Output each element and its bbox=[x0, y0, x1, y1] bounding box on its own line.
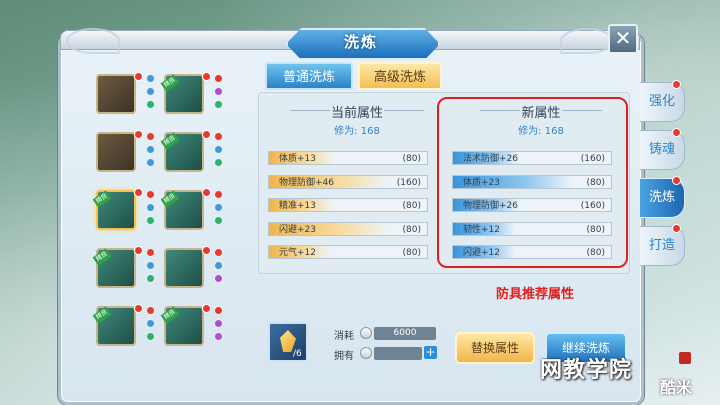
gem-column bbox=[214, 248, 224, 287]
gem-icon bbox=[214, 87, 223, 96]
gem-icon bbox=[146, 87, 155, 96]
gem-icon bbox=[146, 145, 155, 154]
equipment-list: 精良 精良 精良 精良 精良 精良 精良 bbox=[88, 62, 238, 392]
gem-icon bbox=[214, 132, 223, 141]
current-mastery: 修为: 168 bbox=[334, 126, 380, 137]
gem-icon bbox=[214, 203, 223, 212]
gem-column bbox=[146, 248, 156, 287]
notice-dot bbox=[672, 176, 681, 185]
gem-icon bbox=[146, 332, 155, 341]
notice-dot bbox=[202, 304, 211, 313]
gem-icon bbox=[146, 190, 155, 199]
gem-icon bbox=[214, 74, 223, 83]
gem-icon bbox=[214, 190, 223, 199]
notice-dot bbox=[202, 72, 211, 81]
gem-column bbox=[214, 132, 224, 171]
gem-icon bbox=[146, 248, 155, 257]
gem-icon bbox=[146, 158, 155, 167]
tab-advanced-refine[interactable]: 高级洗炼 bbox=[358, 62, 442, 90]
gem-icon bbox=[146, 216, 155, 225]
gem-icon bbox=[214, 319, 223, 328]
gem-icon bbox=[214, 332, 223, 341]
notice-dot bbox=[134, 188, 143, 197]
gem-column bbox=[146, 190, 156, 229]
silver-coin-icon bbox=[360, 347, 372, 359]
seal-stamp bbox=[679, 352, 691, 364]
attr-row: 物理防御+46 (160) bbox=[268, 175, 428, 189]
gem-icon bbox=[214, 100, 223, 109]
gem-icon bbox=[214, 216, 223, 225]
material-count: /6 bbox=[293, 349, 302, 359]
gem-icon bbox=[146, 274, 155, 283]
recommendation-annotation: 防具推荐属性 bbox=[495, 287, 574, 302]
gem-column bbox=[146, 306, 156, 345]
consume-value: 6000 bbox=[374, 327, 436, 340]
notice-dot bbox=[134, 246, 143, 255]
gem-icon bbox=[146, 203, 155, 212]
notice-dot bbox=[202, 188, 211, 197]
cloud-ornament-icon bbox=[560, 28, 614, 54]
window-title: 洗炼 bbox=[343, 33, 378, 51]
notice-dot bbox=[202, 246, 211, 255]
gem-icon bbox=[214, 274, 223, 283]
current-attributes-header: 当前属性 bbox=[268, 102, 446, 121]
close-icon: ✕ bbox=[614, 26, 632, 50]
gem-icon bbox=[146, 100, 155, 109]
watermark-text: 网教学院 bbox=[540, 357, 633, 383]
equipment-slot[interactable] bbox=[96, 132, 136, 172]
notice-dot bbox=[672, 224, 681, 233]
gem-column bbox=[214, 190, 224, 229]
gem-icon bbox=[146, 74, 155, 83]
attr-row: 精准+13 (80) bbox=[268, 198, 428, 212]
gem-column bbox=[214, 74, 224, 113]
notice-dot bbox=[672, 80, 681, 89]
attr-row: 元气+12 (80) bbox=[268, 245, 428, 259]
brand-watermark: 酷米 bbox=[660, 378, 693, 397]
tab-normal-refine[interactable]: 普通洗炼 bbox=[265, 62, 353, 90]
attr-row: 体质+13 (80) bbox=[268, 151, 428, 165]
notice-dot bbox=[672, 128, 681, 137]
attr-row: 闪避+23 (80) bbox=[268, 222, 428, 236]
silver-coin-icon bbox=[360, 327, 372, 339]
notice-dot bbox=[134, 130, 143, 139]
gem-column bbox=[214, 306, 224, 345]
replace-attributes-button[interactable]: 替换属性 bbox=[455, 332, 535, 364]
gem-column bbox=[146, 74, 156, 113]
notice-dot bbox=[134, 72, 143, 81]
cloud-ornament-icon bbox=[66, 28, 120, 54]
add-currency-button[interactable]: + bbox=[424, 346, 437, 359]
gem-icon bbox=[214, 145, 223, 154]
equipment-slot[interactable] bbox=[96, 74, 136, 114]
gem-icon bbox=[146, 306, 155, 315]
gem-column bbox=[146, 132, 156, 171]
refine-material-slot[interactable] bbox=[268, 322, 308, 362]
gem-icon bbox=[214, 248, 223, 257]
own-label: 拥有 bbox=[334, 351, 354, 362]
gem-icon bbox=[146, 319, 155, 328]
own-value bbox=[374, 347, 422, 360]
gem-icon bbox=[214, 158, 223, 167]
gem-icon bbox=[214, 306, 223, 315]
gem-icon bbox=[214, 261, 223, 270]
consume-label: 消耗 bbox=[334, 331, 354, 342]
close-button[interactable]: ✕ bbox=[608, 24, 638, 54]
gem-icon bbox=[146, 132, 155, 141]
notice-dot bbox=[202, 130, 211, 139]
current-attributes-panel: 当前属性 修为: 168 体质+13 (80) 物理防御+46 (160) 精准+1… bbox=[268, 96, 446, 266]
notice-dot bbox=[134, 304, 143, 313]
highlight-box bbox=[437, 97, 628, 268]
equipment-slot[interactable] bbox=[164, 248, 204, 288]
gem-icon bbox=[146, 261, 155, 270]
plus-icon: + bbox=[425, 345, 436, 359]
